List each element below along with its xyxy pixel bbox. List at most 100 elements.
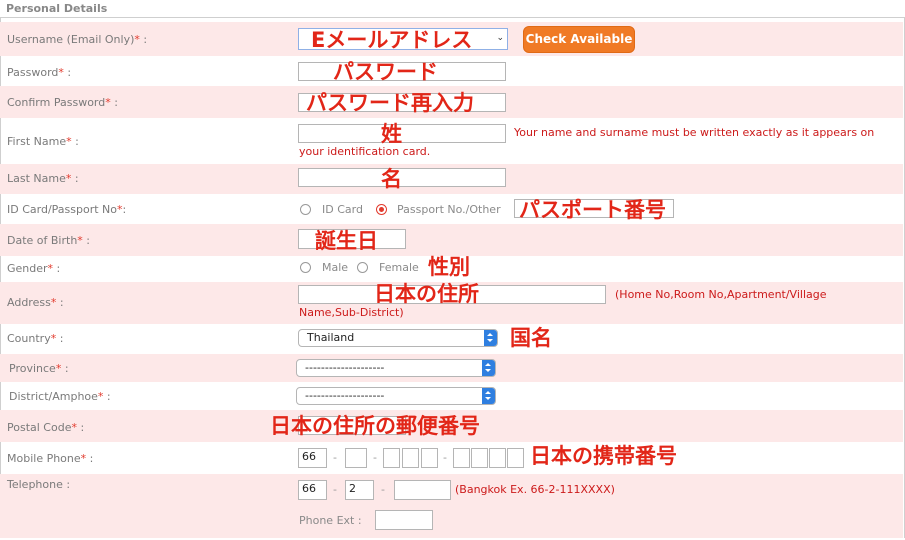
first-name-note-cont: your identification card. <box>299 145 431 158</box>
telephone-number-input[interactable] <box>394 480 451 500</box>
province-label: Province <box>9 362 56 375</box>
address-note: (Home No,Room No,Apartment/Village <box>615 288 827 301</box>
username-label: Username (Email Only) <box>7 33 135 46</box>
last-name-label: Last Name <box>7 172 66 185</box>
colon: : <box>89 452 94 465</box>
postal-code-annotation: 日本の住所の郵便番号 <box>270 414 480 438</box>
mobile-country-code-input[interactable]: 66 <box>298 448 327 468</box>
colon: : <box>357 514 362 527</box>
username-annotation: Eメールアドレス <box>311 28 473 52</box>
female-radio[interactable] <box>357 262 368 273</box>
mobile-digit-input[interactable] <box>383 448 400 468</box>
select-arrows-icon[interactable] <box>484 330 497 346</box>
colon: : <box>80 421 85 434</box>
first-name-input[interactable] <box>298 124 506 143</box>
colon: : <box>143 33 148 46</box>
required-mark: * <box>65 172 72 185</box>
password-label: Password <box>7 66 59 79</box>
colon: : <box>114 96 118 109</box>
row-country: Country* : Thailand 国名 <box>0 324 903 354</box>
first-name-label: First Name <box>7 135 67 148</box>
passport-radio[interactable] <box>376 204 387 215</box>
row-first-name: First Name* : 姓 Your name and surname mu… <box>0 118 903 164</box>
passport-option-label: Passport No./Other <box>397 203 501 216</box>
telephone-country-code-input[interactable]: 66 <box>298 480 327 500</box>
colon: : <box>59 332 64 345</box>
last-name-annotation: 名 <box>381 167 402 191</box>
id-card-radio[interactable] <box>300 204 311 215</box>
row-last-name: Last Name* : 名 <box>0 164 903 194</box>
row-postal-code: Postal Code* : 日本の住所の郵便番号 <box>0 410 903 442</box>
telephone-note: (Bangkok Ex. 66-2-111XXXX) <box>455 483 615 496</box>
dash-separator: - <box>443 451 447 464</box>
mobile-digit-input[interactable] <box>507 448 524 468</box>
required-mark: * <box>134 33 140 46</box>
country-value: Thailand <box>307 331 355 344</box>
required-mark: * <box>55 362 62 375</box>
province-select[interactable]: -------------------- <box>296 359 496 377</box>
row-district: District/Amphoe* : -------------------- <box>0 382 903 410</box>
required-mark: * <box>66 135 72 148</box>
confirm-password-label: Confirm Password <box>7 96 106 109</box>
colon: : <box>56 262 61 275</box>
address-note-cont: Name,Sub-District) <box>299 306 404 319</box>
password-annotation: パスワード <box>333 60 438 84</box>
row-confirm-password: Confirm Password* : パスワード再入力 <box>0 86 903 118</box>
colon: : <box>64 362 69 375</box>
required-mark: * <box>50 332 57 345</box>
dob-label: Date of Birth <box>7 234 78 247</box>
id-card-label: ID Card/Passport No <box>7 203 117 216</box>
required-mark: * <box>71 421 77 434</box>
select-arrows-icon[interactable] <box>482 360 495 376</box>
phone-ext-label: Phone Ext <box>299 514 355 527</box>
dash-separator: - <box>381 483 385 496</box>
select-arrows-icon[interactable] <box>482 388 495 404</box>
mobile-phone-annotation: 日本の携帯番号 <box>530 444 677 468</box>
colon: : <box>74 172 79 185</box>
country-label: Country <box>7 332 51 345</box>
gender-label: Gender <box>7 262 48 275</box>
telephone-country-code-value: 66 <box>302 482 316 495</box>
country-annotation: 国名 <box>510 326 552 350</box>
row-id-card: ID Card/Passport No*: ID Card Passport N… <box>0 194 903 224</box>
confirm-password-annotation: パスワード再入力 <box>306 91 474 115</box>
colon: : <box>106 390 111 403</box>
mobile-digit-input[interactable] <box>489 448 506 468</box>
required-mark: * <box>97 390 104 403</box>
phone-ext-input[interactable] <box>375 510 433 530</box>
dob-annotation: 誕生日 <box>315 229 378 253</box>
district-value: -------------------- <box>305 389 385 402</box>
row-mobile-phone: Mobile Phone* : 66 - - - 日本の携帯番号 <box>0 442 903 474</box>
district-select[interactable]: -------------------- <box>296 387 496 405</box>
row-address: Address* : 日本の住所 (Home No,Room No,Apartm… <box>0 282 903 324</box>
mobile-digit-input[interactable] <box>402 448 419 468</box>
mobile-digit-input[interactable] <box>345 448 367 468</box>
mobile-country-code-value: 66 <box>302 450 316 463</box>
required-mark: * <box>77 234 83 247</box>
chevron-down-icon[interactable]: ⌄ <box>496 33 504 43</box>
telephone-area-code-input[interactable]: 2 <box>345 480 374 500</box>
required-mark: * <box>47 262 54 275</box>
district-label: District/Amphoe <box>9 390 98 403</box>
mobile-digit-input[interactable] <box>471 448 488 468</box>
postal-code-label: Postal Code <box>7 421 72 434</box>
id-card-option-label: ID Card <box>322 203 363 216</box>
mobile-phone-label: Mobile Phone <box>7 452 81 465</box>
section-title: Personal Details <box>6 2 108 15</box>
check-available-button[interactable]: Check Available <box>523 26 635 53</box>
required-mark: * <box>105 96 111 109</box>
mobile-digit-input[interactable] <box>453 448 470 468</box>
colon: : <box>86 234 91 247</box>
row-telephone: Telephone : 66 - 2 - (Bangkok Ex. 66-2-1… <box>0 474 903 538</box>
required-mark: * <box>50 296 57 309</box>
address-label: Address <box>7 296 51 309</box>
required-mark: * <box>80 452 87 465</box>
dash-separator: - <box>333 483 337 496</box>
mobile-digit-input[interactable] <box>421 448 438 468</box>
country-select[interactable]: Thailand <box>298 329 498 347</box>
male-radio[interactable] <box>300 262 311 273</box>
row-username: Username (Email Only)* : ⌄ Eメールアドレス Chec… <box>0 22 903 56</box>
colon: : <box>59 296 64 309</box>
last-name-input[interactable] <box>298 168 506 187</box>
telephone-label: Telephone <box>7 478 63 491</box>
